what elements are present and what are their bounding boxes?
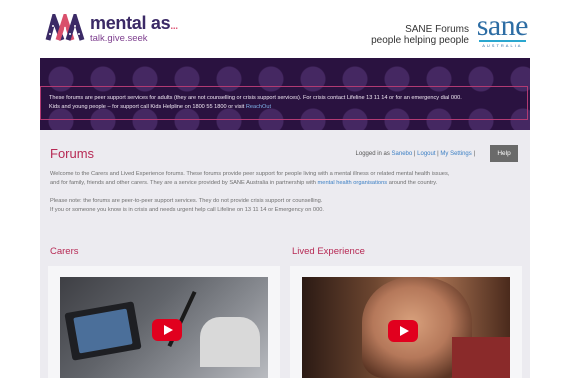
forums-panel: Forums Logged in as Sanebo | Logout | My… [40,130,530,378]
sane-forums-title: SANE Forums [405,24,469,35]
login-status-bar: Logged in as Sanebo | Logout | My Settin… [355,151,475,157]
carers-play-icon[interactable] [152,319,182,341]
sane-australia-logo[interactable]: sane AUSTRALIA [476,9,529,49]
sane-logo-country: AUSTRALIA [482,43,523,48]
sane-logo-word: sane [476,9,529,42]
help-button[interactable]: Help [490,145,518,162]
carers-video-card [48,266,280,378]
mental-as-logo[interactable]: mental as... talk.give.seek [44,14,178,44]
lived-experience-video-card [290,266,522,378]
mental-health-organisations-link[interactable]: mental health organisations [318,180,388,186]
carers-video-thumbnail[interactable] [60,277,268,378]
notice-line-2: Kids and young people – for support call… [49,103,272,110]
sane-forums-tagline: people helping people [371,35,469,46]
my-settings-link[interactable]: My Settings [440,151,471,157]
sane-forums-heading: SANE Forums people helping people [371,24,469,46]
reachout-link[interactable]: ReachOut [246,104,271,110]
username-link[interactable]: Sanebo [392,151,413,157]
carers-section-title[interactable]: Carers [50,246,79,257]
intro-text: Welcome to the Carers and Lived Experien… [50,171,450,186]
lived-experience-play-icon[interactable] [388,320,418,342]
crisis-notice-banner: These forums are peer support services f… [40,86,528,120]
logo-tagline: talk.give.seek [90,33,148,45]
site-header: mental as... talk.give.seek SANE Forums … [0,0,564,58]
logo-title: mental as... [90,13,178,34]
logout-link[interactable]: Logout [417,151,435,157]
mental-as-logo-mark-icon [45,14,85,41]
lived-experience-section-title[interactable]: Lived Experience [292,246,365,257]
lived-experience-video-thumbnail[interactable] [302,277,510,378]
crisis-note-text: Please note: the forums are peer-to-peer… [50,198,325,213]
page-title: Forums [50,146,95,161]
notice-line-1: These forums are peer support services f… [49,95,462,101]
